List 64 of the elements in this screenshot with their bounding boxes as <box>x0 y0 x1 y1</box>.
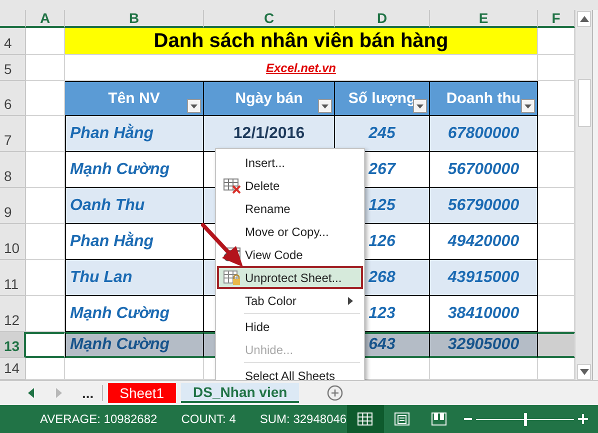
sheet-tab[interactable]: Sheet1 <box>108 383 176 403</box>
menu-item[interactable]: Unprotect Sheet... <box>217 266 363 289</box>
row-header[interactable]: 5 <box>0 55 26 81</box>
table-cell: 56790000 <box>430 188 538 224</box>
row-header[interactable]: 10 <box>0 224 26 260</box>
column-header[interactable]: F <box>538 10 575 28</box>
menu-item[interactable]: Select All Sheets <box>217 364 363 380</box>
column-header[interactable]: A <box>26 10 65 28</box>
column-header[interactable]: C <box>204 10 335 28</box>
row-header[interactable]: 11 <box>0 260 26 296</box>
column-header[interactable]: D <box>335 10 430 28</box>
table-cell: 43915000 <box>430 260 538 296</box>
annotation-arrow <box>200 222 244 268</box>
column-title: Doanh thu <box>446 90 521 107</box>
column-title: Ngày bán <box>235 90 303 107</box>
scroll-left-icon[interactable] <box>28 388 34 398</box>
row-header[interactable]: 6 <box>0 81 26 116</box>
zoom-thumb[interactable] <box>524 412 527 426</box>
scroll-thumb[interactable] <box>578 79 590 127</box>
table-cell: 32905000 <box>430 332 538 358</box>
view-button[interactable] <box>346 405 384 433</box>
scroll-right-icon[interactable] <box>56 388 62 398</box>
vertical-scrollbar[interactable] <box>575 10 592 380</box>
select-all-corner[interactable] <box>0 10 26 28</box>
page-break-icon <box>431 412 448 426</box>
sheet-tab[interactable]: DS_Nhan vien <box>181 383 300 403</box>
row-header[interactable]: 4 <box>0 28 26 55</box>
table-cell: 245 <box>335 116 430 152</box>
scroll-down-icon[interactable] <box>577 364 591 380</box>
row-header[interactable]: 7 <box>0 116 26 152</box>
table-cell: Thu Lan <box>65 260 204 296</box>
row-header[interactable]: 9 <box>0 188 26 224</box>
filter-dropdown-icon[interactable] <box>318 99 332 113</box>
delete-icon <box>223 178 241 194</box>
column-header[interactable]: E <box>430 10 538 28</box>
filter-dropdown-icon[interactable] <box>521 99 535 113</box>
column-header[interactable]: B <box>65 10 204 28</box>
table-cell: Mạnh Cường <box>65 332 204 358</box>
table-cell: Oanh Thu <box>65 188 204 224</box>
row-header[interactable]: 13 <box>0 332 26 358</box>
column-title: Số lượng <box>348 90 416 107</box>
status-text: AVERAGE: 10982682 <box>40 412 158 426</box>
row-header[interactable]: 12 <box>0 296 26 332</box>
submenu-arrow-icon <box>348 296 353 304</box>
table-cell: 67800000 <box>430 116 538 152</box>
add-sheet-icon[interactable] <box>327 385 344 401</box>
filter-dropdown-icon[interactable] <box>413 99 427 113</box>
zoom-out-icon[interactable] <box>464 415 472 423</box>
table-cell: 12/1/2016 <box>204 116 335 152</box>
status-text: SUM: 32948046 <box>260 412 347 426</box>
site-link[interactable]: Excel.net.vn <box>266 60 336 74</box>
lock-grid-icon <box>223 270 241 286</box>
page-view-icon <box>394 412 410 426</box>
sheet-title: Danh sách nhân viên bán hàng <box>65 28 538 55</box>
more-sheets-button[interactable]: ... <box>82 385 103 401</box>
scroll-up-icon[interactable] <box>577 11 591 27</box>
column-title: Tên NV <box>108 90 160 107</box>
row-header[interactable]: 8 <box>0 152 26 188</box>
zoom-in-icon[interactable] <box>578 414 588 424</box>
filter-dropdown-icon[interactable] <box>187 99 201 113</box>
table-cell: Phan Hằng <box>65 116 204 152</box>
grid-view-icon <box>357 412 374 426</box>
status-text: COUNT: 4 <box>181 412 236 426</box>
row-header[interactable]: 14 <box>0 358 26 380</box>
